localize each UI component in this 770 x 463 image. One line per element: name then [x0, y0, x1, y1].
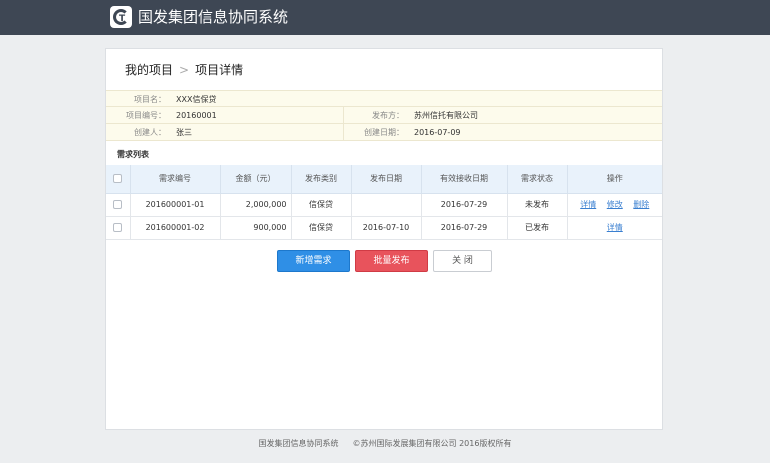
created-date-label: 创建日期： [364, 128, 404, 137]
publisher-value: 苏州信托有限公司 [414, 111, 478, 120]
demand-table: 需求编号 金额（元） 发布类别 发布日期 有效接收日期 需求状态 操作 2016… [106, 165, 662, 240]
column-header: 操作 [566, 165, 662, 194]
detail-link[interactable]: 详情 [607, 223, 623, 232]
select-all-checkbox[interactable] [113, 174, 123, 184]
created-date-value: 2016-07-09 [414, 128, 461, 137]
demand-category: 信保贷 [290, 192, 352, 217]
row-checkbox[interactable] [113, 200, 123, 209]
creator-label: 创建人： [134, 128, 166, 137]
breadcrumb: 我的项目 > 项目详情 [125, 63, 243, 77]
row-actions: 详情 修改 删除 [566, 192, 662, 217]
close-button[interactable]: 关 闭 [433, 250, 492, 272]
edit-link[interactable]: 修改 [607, 200, 623, 209]
row-select-cell [106, 192, 131, 217]
demand-status: 未发布 [506, 192, 568, 217]
demand-publish-date [350, 192, 422, 217]
table-row: 201600001-01 2,000,000 信保贷 2016-07-29 未发… [106, 192, 662, 217]
demand-amount: 900,000 [219, 215, 292, 240]
column-header: 发布日期 [350, 165, 422, 194]
app-logo-icon: T [110, 6, 132, 28]
info-row-name: 项目名： XXX信保贷 [106, 90, 662, 107]
table-header-row: 需求编号 金额（元） 发布类别 发布日期 有效接收日期 需求状态 操作 [106, 165, 662, 194]
batch-publish-button[interactable]: 批量发布 [355, 250, 428, 272]
breadcrumb-separator: > [179, 63, 190, 77]
demand-id: 201600001-01 [129, 192, 221, 217]
project-name-label: 项目名： [134, 95, 166, 104]
demand-valid-date: 2016-07-29 [420, 215, 508, 240]
column-header: 发布类别 [290, 165, 352, 194]
column-header: 有效接收日期 [420, 165, 508, 194]
app-title: 国发集团信息协同系统 [138, 8, 289, 26]
top-header-bar: T 国发集团信息协同系统 [0, 0, 770, 35]
row-actions: 详情 [566, 215, 662, 240]
project-info-panel: 项目名： XXX信保贷 项目编号： 20160001 发布方： 苏州信托有限公司… [106, 90, 662, 141]
page-footer: 国发集团信息协同系统 ©苏州国际发展集团有限公司 2016版权所有 [0, 439, 770, 449]
footer-copyright: ©苏州国际发展集团有限公司 2016版权所有 [352, 439, 512, 448]
demand-id: 201600001-02 [129, 215, 221, 240]
add-demand-button[interactable]: 新增需求 [277, 250, 350, 272]
breadcrumb-current: 项目详情 [195, 63, 244, 77]
publisher-label: 发布方： [372, 111, 404, 120]
detail-link[interactable]: 详情 [580, 200, 596, 209]
project-code-value: 20160001 [176, 111, 217, 120]
column-header: 金额（元） [219, 165, 292, 194]
demand-publish-date: 2016-07-10 [350, 215, 422, 240]
creator-value: 张三 [176, 128, 192, 137]
column-header: 需求编号 [129, 165, 221, 194]
row-select-cell [106, 215, 131, 240]
row-checkbox[interactable] [113, 223, 123, 232]
info-row-code: 项目编号： 20160001 发布方： 苏州信托有限公司 [106, 107, 662, 124]
project-name-value: XXX信保贷 [176, 95, 217, 104]
column-header: 需求状态 [506, 165, 568, 194]
project-code-label: 项目编号： [126, 111, 166, 120]
demand-list-title: 需求列表 [117, 150, 149, 159]
select-all-header [106, 165, 131, 194]
demand-amount: 2,000,000 [219, 192, 292, 217]
demand-category: 信保贷 [290, 215, 352, 240]
breadcrumb-my-projects[interactable]: 我的项目 [125, 63, 173, 77]
demand-status: 已发布 [506, 215, 568, 240]
delete-link[interactable]: 删除 [633, 200, 649, 209]
demand-valid-date: 2016-07-29 [420, 192, 508, 217]
table-row: 201600001-02 900,000 信保贷 2016-07-10 2016… [106, 215, 662, 240]
footer-system-name: 国发集团信息协同系统 [258, 439, 339, 448]
project-detail-card: 我的项目 > 项目详情 项目名： XXX信保贷 项目编号： 20160001 发布方… [105, 48, 663, 430]
info-row-creator: 创建人： 张三 创建日期： 2016-07-09 [106, 124, 662, 141]
